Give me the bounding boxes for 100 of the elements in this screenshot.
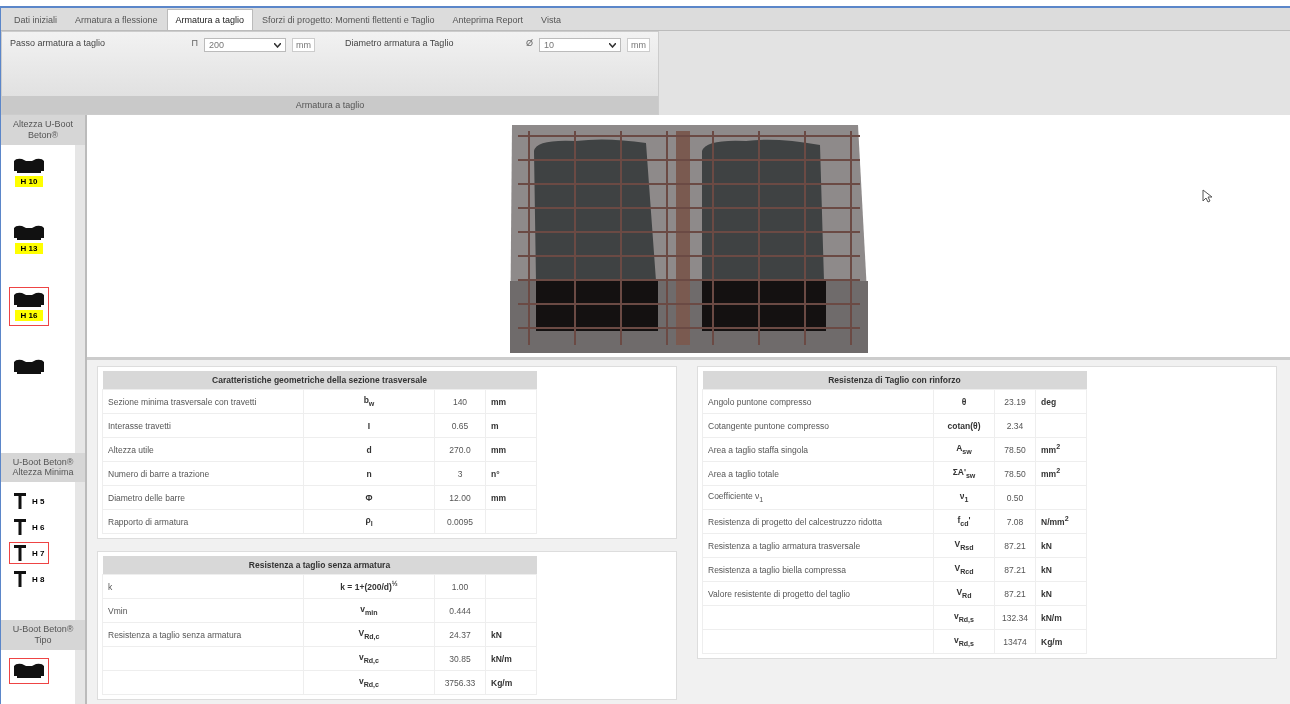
value-cell: 2.34: [1006, 420, 1024, 431]
value-cell: 87.21: [1004, 564, 1026, 575]
table-cell: Coefficiente ν$_{1}$: [708, 491, 764, 502]
list-item[interactable]: H 5: [9, 490, 50, 513]
unit-cell: mm: [491, 444, 507, 455]
formwork-icon: [12, 224, 46, 241]
tab[interactable]: Vista: [532, 9, 570, 30]
symbol-cell: v$_{Rd,c}$: [358, 652, 380, 663]
dropdown[interactable]: 10: [539, 38, 621, 52]
symbol-cell: v$_{Rd,s}$: [953, 611, 975, 622]
table-title: Caratteristiche geometriche della sezione trasversale: [102, 371, 537, 390]
formwork-icon: [12, 157, 46, 174]
table-cell: Interasse travetti: [108, 420, 171, 431]
unit-cell: m: [491, 420, 499, 431]
list-item[interactable]: H 6: [9, 516, 50, 539]
formwork-icon: [12, 358, 46, 375]
symbol-label: Π: [191, 38, 198, 48]
unit-cell: N/mm$^{2}$: [1041, 517, 1069, 528]
symbol-cell: ν$_{1}$: [959, 491, 969, 502]
symbol-cell: θ: [961, 396, 967, 407]
value-cell: 132.34: [1002, 612, 1028, 623]
table-cell: Valore resistente di progetto del taglio: [708, 588, 851, 599]
unit-cell: kN: [1041, 540, 1052, 551]
value-cell: 7.08: [1006, 516, 1024, 527]
symbol-cell: Φ: [365, 492, 373, 503]
symbol-cell: f$_{cd}$': [957, 515, 971, 526]
symbol-cell: V$_{Rd,c}$: [358, 628, 380, 639]
list-item[interactable]: H 16: [9, 286, 49, 326]
table-cell: Numero di barre a trazione: [108, 468, 210, 479]
tab[interactable]: Sforzi di progetto: Momenti flettenti e Taglio: [253, 9, 444, 30]
symbol-cell: I: [367, 420, 371, 431]
value-cell: 30.85: [449, 653, 471, 664]
value-cell: 0.0095: [447, 516, 473, 527]
symbol-cell: cotan(θ): [947, 420, 981, 431]
list-item[interactable]: H 8: [9, 568, 50, 591]
table-cell: Diametro delle barre: [108, 492, 185, 503]
tab[interactable]: Armatura a flessione: [66, 9, 167, 30]
list-item[interactable]: H 10: [9, 152, 49, 192]
table-cell: Altezza utile: [108, 444, 154, 455]
unit-label: mm: [292, 38, 315, 52]
tab[interactable]: Dati iniziali: [5, 9, 66, 30]
unit-cell: kN: [1041, 588, 1052, 599]
unit-cell: mm: [491, 396, 507, 407]
list-item[interactable]: H 13: [9, 219, 49, 259]
tab[interactable]: Armatura a taglio: [166, 9, 254, 30]
value-cell: 24.37: [449, 629, 471, 640]
dropdown[interactable]: 200: [204, 38, 286, 52]
value-cell: 13474: [1003, 636, 1027, 647]
pillar-icon: [14, 519, 26, 536]
formwork-icon: [12, 291, 46, 308]
unit-cell: kN: [1041, 564, 1052, 575]
symbol-cell: v$_{min}$: [360, 604, 378, 615]
unit-cell: mm: [491, 492, 507, 503]
symbol-cell: A$_{sw}$: [956, 443, 972, 454]
pillar-icon: [14, 545, 26, 562]
list-item[interactable]: H 7: [9, 542, 50, 565]
symbol-cell: ΣA'$_{sw}$: [952, 467, 976, 478]
symbol-cell: d: [366, 444, 372, 455]
caret-icon: [609, 42, 616, 48]
value-cell: 0.444: [449, 605, 471, 616]
value-cell: 78.50: [1004, 444, 1026, 455]
symbol-cell: ρ$_{l}$: [365, 515, 373, 526]
panel-header: U-Boot Beton® Altezza Minima: [1, 452, 85, 483]
table-cell: Vmin: [108, 605, 128, 616]
table-cell: Cotangente puntone compresso: [708, 420, 829, 431]
table-cell: Resistenza a taglio biella compressa: [708, 564, 846, 575]
unit-cell: kN/m: [1041, 612, 1062, 623]
cursor-icon: [1202, 189, 1212, 203]
table-cell: Angolo puntone compresso: [708, 396, 812, 407]
table-cell: Resistenza a taglio armatura trasversale: [708, 540, 861, 551]
unit-label: mm: [627, 38, 650, 52]
list-item[interactable]: [9, 657, 49, 684]
unit-cell: kN/m: [491, 653, 512, 664]
table-cell: Resistenza di progetto del calcestruzzo ridotta: [708, 516, 882, 527]
value-cell: 3: [457, 468, 463, 479]
unit-cell: kN: [491, 629, 502, 640]
value-cell: 270.0: [449, 444, 471, 455]
value-cell: 1.00: [451, 581, 469, 592]
unit-cell: Kg/m: [1041, 636, 1063, 647]
value-cell: 78.50: [1004, 468, 1026, 479]
table-cell: Area a taglio staffa singola: [708, 444, 809, 455]
table-cell: k: [108, 581, 113, 592]
symbol-label: Ø: [526, 38, 533, 48]
tab[interactable]: Anteprima Report: [443, 9, 533, 30]
unit-cell: mm$^{2}$: [1041, 469, 1061, 480]
symbol-cell: b$_{w}$: [363, 395, 375, 406]
value-cell: 0.65: [451, 420, 469, 431]
table-cell: Area a taglio totale: [708, 468, 779, 479]
panel-header: U-Boot Beton® Tipo: [1, 620, 85, 650]
value-cell: 12.00: [449, 492, 471, 503]
value-cell: 23.19: [1004, 396, 1026, 407]
table-cell: Sezione minima trasversale con travetti: [108, 396, 257, 407]
field-label: Diametro armatura a Taglio: [345, 38, 455, 48]
group-title: Armatura a taglio: [2, 96, 658, 114]
value-cell: 87.21: [1004, 540, 1026, 551]
unit-cell: mm$^{2}$: [1041, 445, 1061, 456]
symbol-cell: v$_{Rd,s}$: [953, 635, 975, 646]
value-cell: 140: [452, 396, 468, 407]
table-title: Resistenza di Taglio con rinforzo: [702, 371, 1087, 390]
symbol-cell: V$_{Rcd}$: [954, 563, 974, 574]
